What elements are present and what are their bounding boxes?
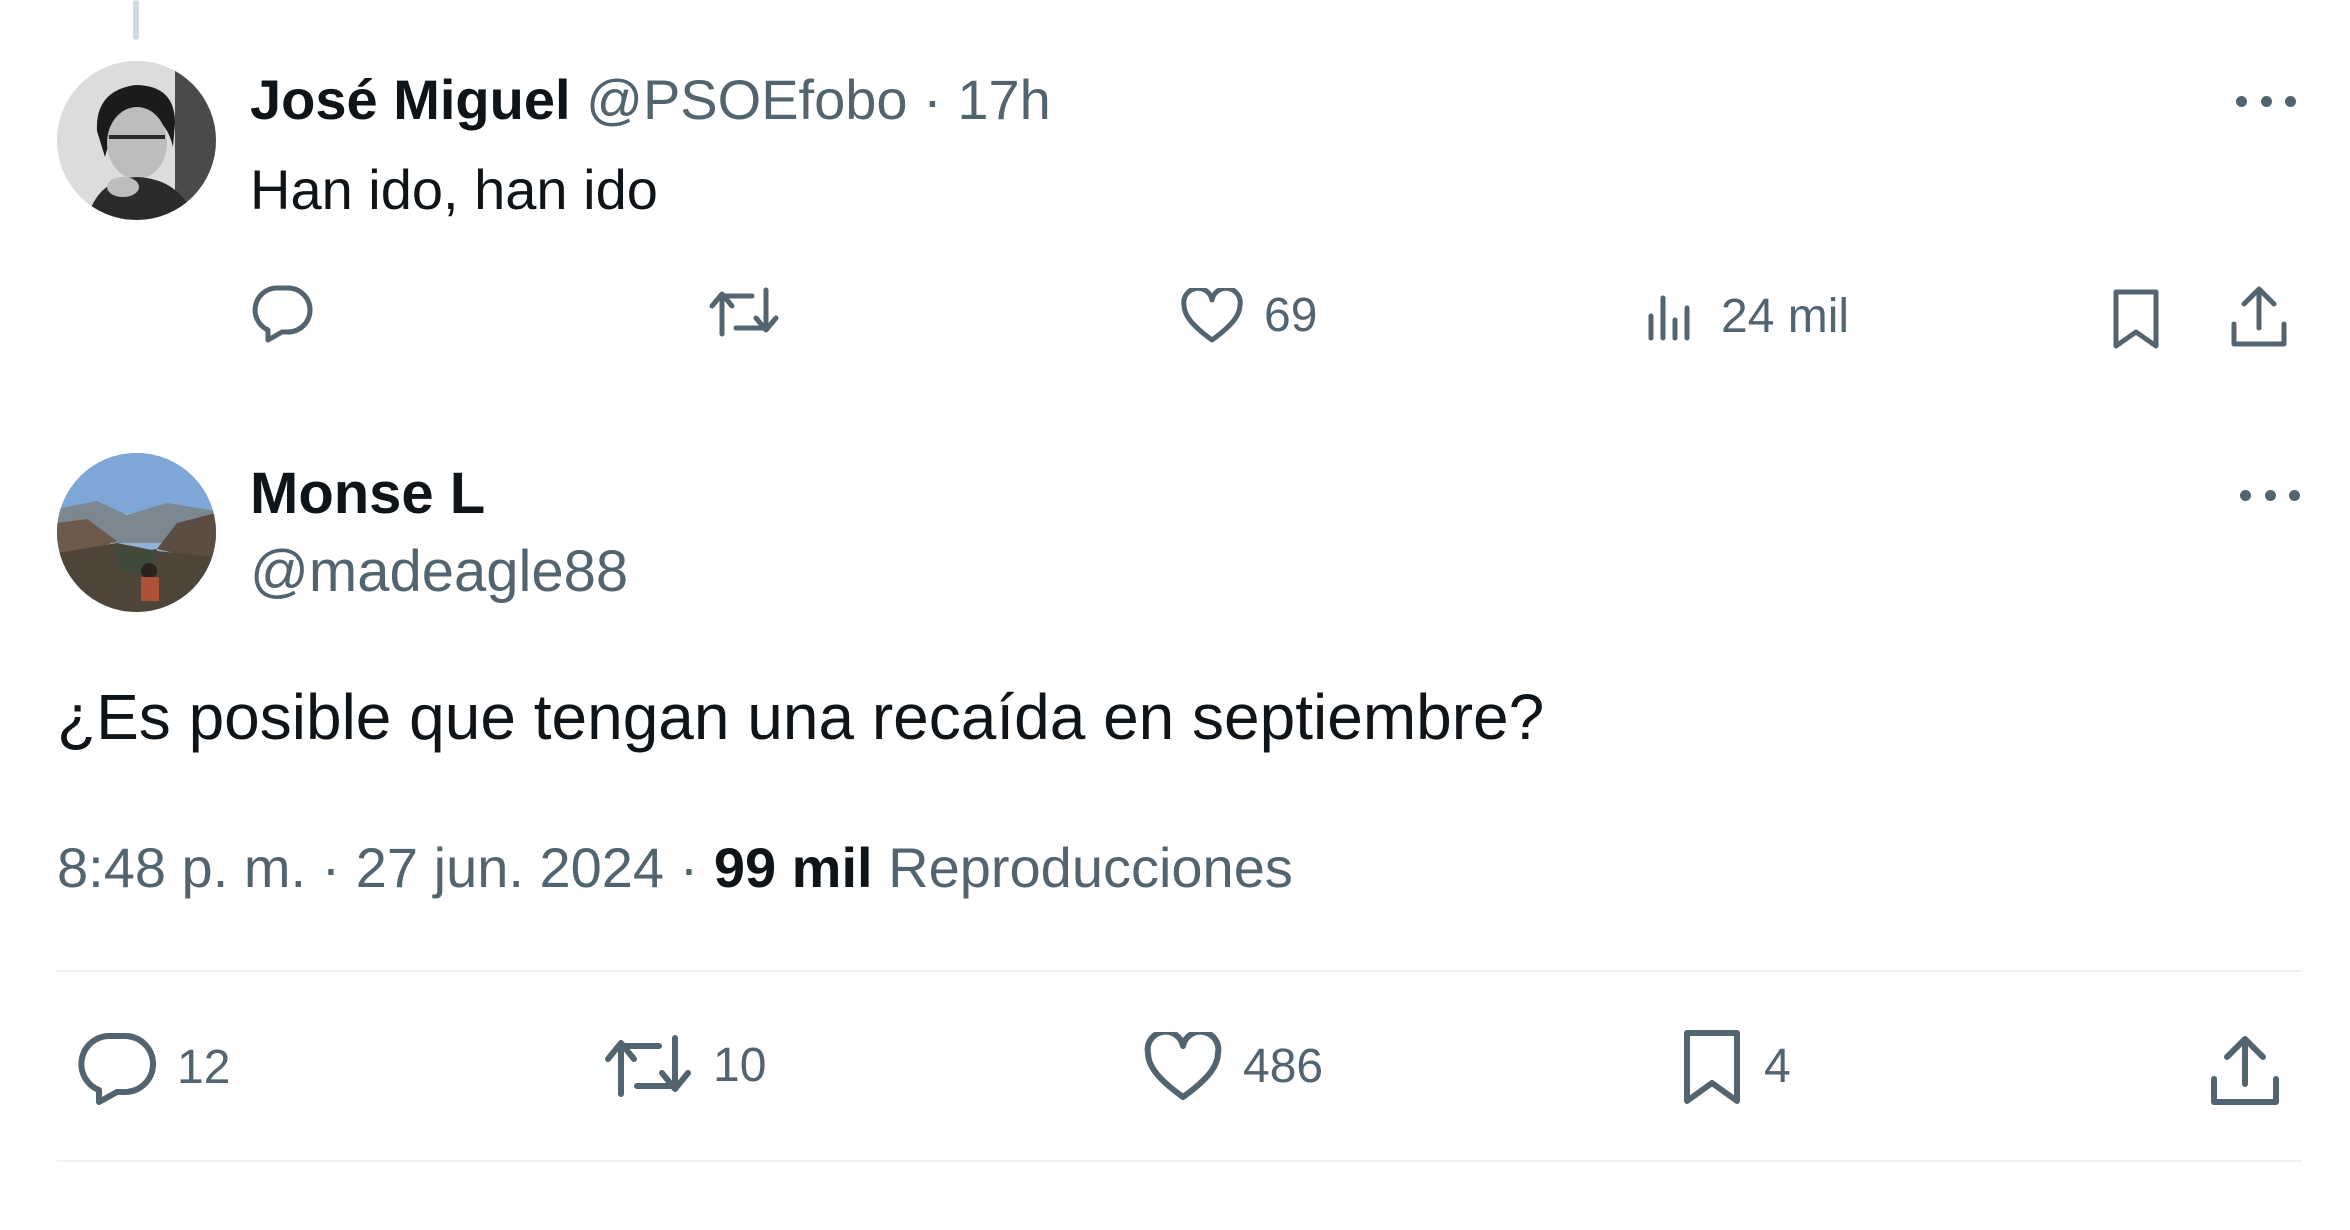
separator-dot: · [923,68,942,131]
reply-icon [78,1033,156,1105]
retweet-button[interactable] [708,286,780,338]
like-icon [1181,288,1243,343]
reply-icon [252,285,313,343]
reply-button[interactable] [250,282,314,344]
tweet-timestamp[interactable]: 8:48 p. m. · 27 jun. 2024 · [57,836,714,899]
views-icon [1648,295,1690,341]
like-count: 69 [1264,289,1318,342]
more-icon[interactable] [2240,487,2300,503]
reply-count: 12 [177,1041,231,1094]
views-label: Reproducciones [888,836,1293,899]
share-icon [2211,1036,2279,1105]
reply-text: Han ido, han ido [250,158,658,221]
views-button[interactable]: 24 mil [1645,292,1849,342]
author-name[interactable]: Monse L [250,462,485,526]
reply-button[interactable]: 12 [77,1030,230,1106]
avatar[interactable] [57,61,216,220]
share-button[interactable] [2207,1032,2283,1108]
tweet-meta: 8:48 p. m. · 27 jun. 2024 · 99 mil Repro… [57,836,1293,900]
like-button[interactable]: 69 [1180,288,1317,344]
author-handle[interactable]: @PSOEfobo [586,68,907,131]
divider [57,970,2302,972]
thread-connector-line [133,0,139,40]
views-count: 99 mil [713,836,873,899]
share-button[interactable] [2228,284,2290,350]
divider [57,1160,2302,1162]
views-count: 24 mil [1721,290,1850,343]
reply-author-line: José Miguel @PSOEfobo · 17h [250,68,1051,132]
reply-time[interactable]: 17h [957,68,1050,131]
like-count: 486 [1243,1040,1324,1093]
author-name[interactable]: José Miguel [250,68,571,131]
avatar[interactable] [57,453,216,612]
tweet-text: ¿Es posible que tengan una recaída en se… [57,681,1545,753]
more-icon[interactable] [2236,93,2296,109]
author-handle[interactable]: @madeagle88 [250,540,628,604]
like-icon [1144,1032,1222,1100]
like-button[interactable]: 486 [1143,1032,1323,1102]
bookmark-icon [2113,289,2159,349]
bookmark-count: 4 [1764,1040,1791,1093]
retweet-count: 10 [713,1039,767,1092]
retweet-icon [709,287,779,337]
bookmark-button[interactable]: 4 [1680,1028,1791,1106]
share-icon [2231,286,2287,347]
bookmark-icon [1684,1030,1740,1104]
retweet-icon [605,1035,691,1097]
retweet-button[interactable]: 10 [603,1034,766,1098]
bookmark-button[interactable] [2110,288,2162,350]
